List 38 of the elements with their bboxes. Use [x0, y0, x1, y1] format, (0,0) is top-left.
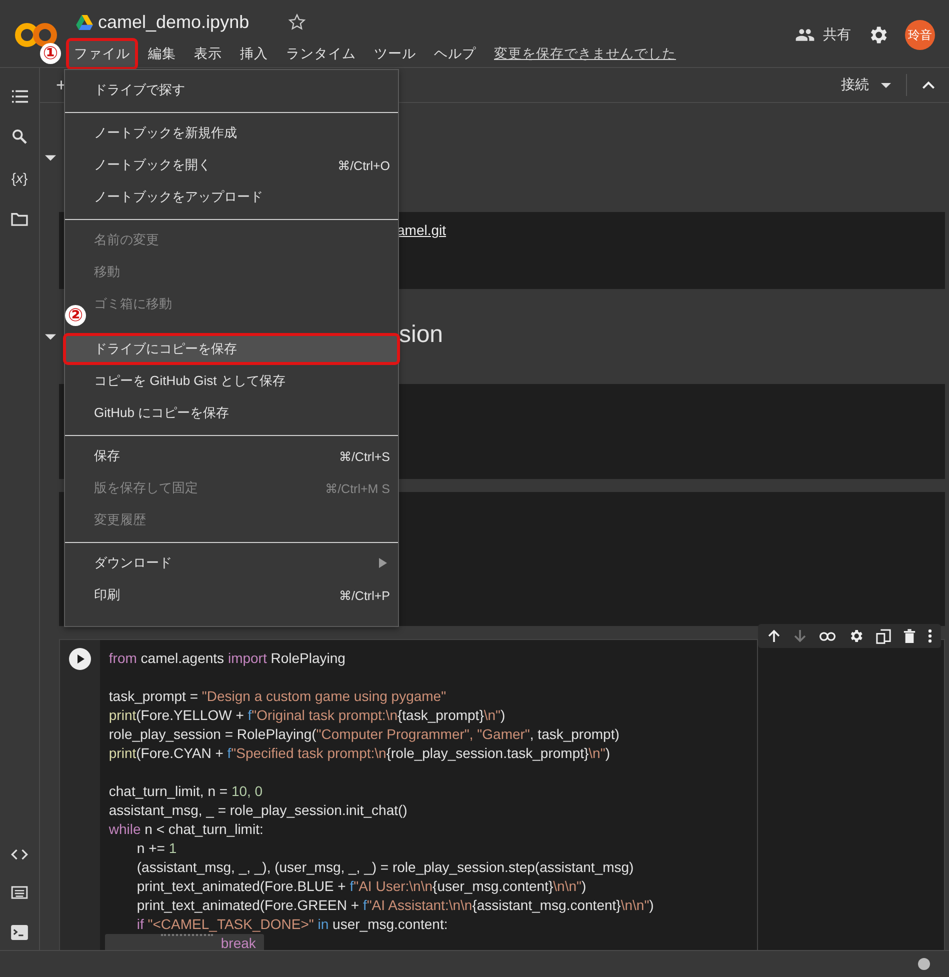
menu-item[interactable]: ドライブで探す [63, 74, 400, 106]
code-line: while n < chat_turn_limit: [108, 820, 264, 839]
code-line: print(Fore.CYAN + f"Specified task prompt:\n{role_play_session.task_prompt}\n") [108, 744, 610, 763]
code-line: (assistant_msg, _, _), (user_msg, _, _) = role_play_session.step(assistant_msg) [136, 858, 634, 877]
menu-item[interactable]: ドライブにコピーを保存 [63, 333, 400, 365]
menu-item[interactable]: ランタイム [278, 38, 364, 70]
code-line: task_prompt = "Design a custom game using pygame" [108, 687, 446, 706]
code-line: if "<CAMEL_TASK_DONE>" in user_msg.content: [136, 915, 448, 934]
menu-item[interactable]: 表示 [186, 38, 230, 70]
callout-number: ① [40, 43, 61, 64]
menu-item[interactable]: ノートブックを開く ⌘/Ctrl+O [63, 149, 400, 181]
code-line: from camel.agents import RolePlaying [108, 649, 346, 668]
menu-item[interactable]: ダウンロード [63, 547, 400, 579]
variables-button[interactable]: {x} [11, 170, 28, 186]
connect-button[interactable]: 接続 [841, 76, 869, 94]
menu-item[interactable]: ヘルプ [426, 38, 484, 70]
code-line: print(Fore.YELLOW + f"Original task prompt:\n{task_prompt}\n") [108, 706, 506, 725]
menu-item[interactable]: 印刷 ⌘/Ctrl+P [63, 579, 400, 611]
notebook-title[interactable]: camel_demo.ipynb [98, 12, 250, 32]
code-line: assistant_msg, _ = role_play_session.init_chat() [108, 801, 408, 820]
callout-number: ② [65, 305, 86, 326]
code-line: print_text_animated(Fore.BLUE + f"AI User:\n\n{user_msg.content}\n\n") [136, 877, 586, 896]
save-status-link[interactable]: 変更を保存できませんでした [494, 45, 676, 63]
code-line: chat_turn_limit, n = 10, 0 [108, 782, 263, 801]
menu-item[interactable]: ツール [366, 38, 424, 70]
code-line: print_text_animated(Fore.GREEN + f"AI Assistant:\n\n{assistant_msg.content}\n\n") [136, 896, 654, 915]
menu-item[interactable]: 保存 ⌘/Ctrl+S [63, 440, 400, 472]
menu-item[interactable]: 挿入 [232, 38, 276, 70]
menu-item[interactable]: ファイル [66, 38, 138, 70]
menu-item[interactable]: ノートブックを新規作成 [63, 117, 400, 149]
menu-item[interactable]: 編集 [140, 38, 184, 70]
code-line: n += 1 [136, 839, 177, 858]
share-button[interactable]: 共有 [795, 25, 851, 45]
code-link[interactable]: amel.git [397, 222, 446, 238]
menu-item[interactable]: GitHub にコピーを保存 [63, 397, 400, 429]
menu-item[interactable]: コピーを GitHub Gist として保存 [63, 365, 400, 397]
code-line: role_play_session = RolePlaying("Computer Programmer", "Gamer", task_prompt) [108, 725, 620, 744]
menu-item[interactable]: ノートブックをアップロード [63, 181, 400, 213]
